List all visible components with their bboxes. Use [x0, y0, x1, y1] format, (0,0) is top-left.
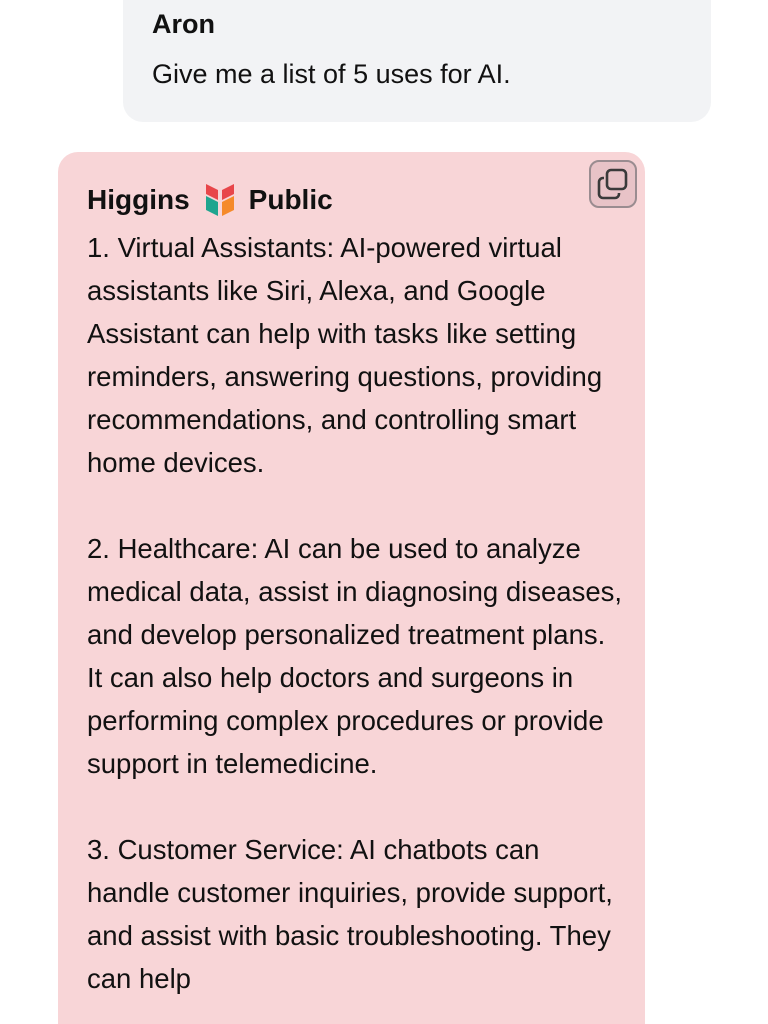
bot-paragraph-1: 1. Virtual Assistants: AI-powered virtua… [87, 232, 603, 478]
bot-visibility-label: Public [248, 184, 333, 215]
copy-button[interactable] [589, 160, 637, 208]
copy-icon [597, 168, 628, 200]
user-message-bubble: Aron Give me a list of 5 uses for AI. [123, 0, 711, 122]
user-message-author: Aron [152, 9, 215, 39]
bot-paragraph-3: 3. Customer Service: AI chatbots can han… [87, 834, 613, 994]
bot-paragraph-2: 2. Healthcare: AI can be used to analyze… [87, 533, 623, 779]
bot-message-body: 1. Virtual Assistants: AI-powered virtua… [87, 226, 627, 1000]
user-message-text: Give me a list of 5 uses for AI. [152, 59, 511, 89]
bot-message-bubble: Higgins Public 1. Virtual Assistants: AI… [58, 152, 645, 1024]
bot-message-author: Higgins [87, 184, 190, 215]
bot-message-header: Higgins Public [87, 178, 645, 222]
higgins-logo-icon [205, 184, 234, 216]
chat-screen: Aron Give me a list of 5 uses for AI. Hi… [0, 0, 768, 1024]
